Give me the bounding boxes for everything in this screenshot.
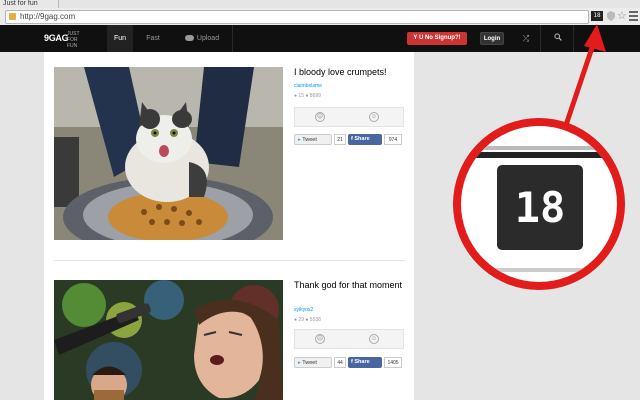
nav-divider bbox=[540, 25, 541, 52]
post-image-party[interactable] bbox=[54, 280, 283, 400]
cloud-upload-icon bbox=[184, 35, 194, 42]
post-stats: ● 29 ● 5538 bbox=[294, 317, 321, 323]
tab-fun[interactable]: Fun bbox=[107, 25, 133, 52]
vote-box: ☹ ☺ bbox=[294, 329, 404, 349]
facebook-share-button[interactable]: f Share bbox=[348, 357, 382, 368]
site-logo[interactable]: 9GAG bbox=[44, 33, 69, 43]
twitter-icon: ▸ bbox=[298, 360, 301, 366]
browser-tab[interactable]: Just for fun bbox=[0, 0, 59, 8]
points-icon: ● bbox=[305, 317, 309, 323]
tweet-count: 44 bbox=[334, 357, 346, 368]
comment-icon: ● bbox=[294, 93, 298, 99]
tab-upload-label: Upload bbox=[196, 35, 220, 42]
post-author[interactable]: sylkyos2 bbox=[294, 307, 313, 313]
shield-icon[interactable] bbox=[607, 11, 615, 21]
post-title[interactable]: Thank god for that moment bbox=[294, 280, 406, 291]
comment-count: 15 bbox=[298, 93, 304, 99]
tweet-button[interactable]: ▸ Tweet bbox=[294, 134, 332, 145]
post-stats: ● 15 ● 8699 bbox=[294, 93, 321, 99]
downvote-icon[interactable]: ☹ bbox=[315, 112, 325, 122]
bookmark-star-icon[interactable]: ☆ bbox=[617, 9, 627, 22]
browser-toolbar: http://9gag.com 18 ☆ bbox=[0, 8, 640, 26]
signup-button[interactable]: Y U No Signup?! bbox=[407, 32, 467, 45]
share-count: 974 bbox=[384, 134, 402, 145]
vote-box: ☹ ☺ bbox=[294, 107, 404, 127]
menu-icon[interactable] bbox=[629, 11, 638, 21]
nav-divider bbox=[573, 25, 574, 52]
facebook-share-button[interactable]: f Share bbox=[348, 134, 382, 145]
points-count: 8699 bbox=[309, 93, 321, 99]
tab-title: Just for fun bbox=[3, 0, 38, 7]
tab-upload[interactable]: Upload bbox=[172, 25, 232, 52]
comment-icon: ● bbox=[294, 317, 298, 323]
share-count: 1405 bbox=[384, 357, 402, 368]
nav-divider bbox=[232, 25, 233, 52]
facebook-icon: f bbox=[351, 136, 353, 142]
points-count: 5538 bbox=[309, 317, 321, 323]
zoomed-age-badge: 18 bbox=[497, 165, 583, 250]
post-author[interactable]: claimbelame bbox=[294, 83, 322, 89]
twitter-icon: ▸ bbox=[298, 137, 301, 143]
search-icon[interactable] bbox=[551, 32, 565, 45]
post-divider bbox=[54, 260, 406, 261]
downvote-icon[interactable]: ☹ bbox=[315, 334, 325, 344]
share-row: ▸ Tweet 21 f Share 974 bbox=[294, 134, 406, 146]
zoom-callout: 18 bbox=[453, 118, 625, 290]
age-extension-icon[interactable]: 18 bbox=[591, 11, 603, 21]
site-tagline: JUST FOR FUN bbox=[67, 31, 80, 49]
tweet-count: 21 bbox=[334, 134, 346, 145]
upvote-icon[interactable]: ☺ bbox=[369, 334, 379, 344]
url-text: http://9gag.com bbox=[20, 12, 76, 21]
tab-fast[interactable]: Fast bbox=[136, 25, 170, 52]
login-button[interactable]: Login bbox=[480, 32, 504, 45]
upvote-icon[interactable]: ☺ bbox=[369, 112, 379, 122]
site-navbar: 9GAG JUST FOR FUN Fun Fast Upload Y U No… bbox=[0, 25, 640, 52]
post-title[interactable]: I bloody love crumpets! bbox=[294, 67, 406, 78]
post-image-cat[interactable] bbox=[54, 67, 283, 240]
zoom-toolbar-strip bbox=[461, 152, 617, 158]
comment-count: 29 bbox=[298, 317, 304, 323]
share-row: ▸ Tweet 44 f Share 1405 bbox=[294, 357, 406, 369]
page-icon bbox=[9, 13, 16, 20]
shuffle-icon[interactable]: ⤮ bbox=[519, 32, 533, 45]
tweet-button[interactable]: ▸ Tweet bbox=[294, 357, 332, 368]
zoom-bottom-edge bbox=[461, 268, 617, 272]
facebook-icon: f bbox=[351, 359, 353, 365]
post-list: I bloody love crumpets! claimbelame ● 15… bbox=[44, 52, 414, 400]
points-icon: ● bbox=[305, 93, 309, 99]
zoom-toolbar-edge bbox=[461, 146, 617, 150]
address-bar[interactable]: http://9gag.com bbox=[5, 10, 589, 24]
